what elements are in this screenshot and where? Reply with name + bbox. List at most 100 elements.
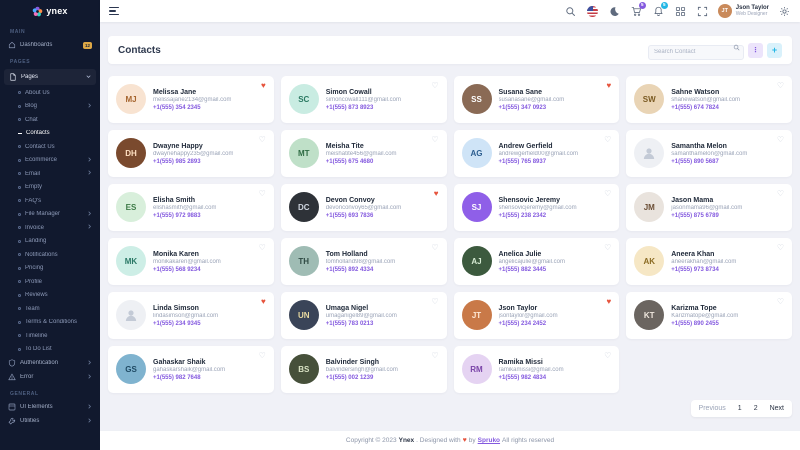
- favorite-heart-icon[interactable]: ♡: [431, 298, 438, 306]
- sidebar-subitem-terms-conditions[interactable]: Terms & Conditions: [0, 316, 100, 330]
- pagination-previous[interactable]: Previous: [693, 402, 732, 415]
- sidebar-subitem-chat[interactable]: Chat: [0, 113, 100, 127]
- language-flag-icon[interactable]: [586, 5, 599, 18]
- favorite-heart-icon[interactable]: ♡: [777, 82, 784, 90]
- sidebar-subitem-invoice[interactable]: Invoice: [0, 221, 100, 235]
- favorite-heart-icon[interactable]: ♡: [777, 136, 784, 144]
- pagination-next[interactable]: Next: [764, 402, 790, 415]
- favorite-heart-icon[interactable]: ♥: [261, 298, 266, 306]
- sidebar-item-utilities[interactable]: Utilities: [0, 414, 100, 428]
- sidebar-subitem-reviews[interactable]: Reviews: [0, 289, 100, 303]
- contact-card[interactable]: ESElisha Smithelishasmith@gmail.com+1(55…: [108, 184, 274, 231]
- sidebar-subitem-faq-s[interactable]: FAQ's: [0, 194, 100, 208]
- dark-mode-icon[interactable]: [608, 5, 621, 18]
- add-contact-button[interactable]: +: [767, 43, 782, 58]
- chevron-right-icon: [87, 103, 92, 110]
- contact-card[interactable]: SCSimon Cowallsimoncowall111@gmail.com+1…: [281, 76, 447, 123]
- sidebar-item-dashboards[interactable]: Dashboards12: [0, 38, 100, 52]
- favorite-heart-icon[interactable]: ♥: [434, 190, 439, 198]
- favorite-heart-icon[interactable]: ♡: [431, 82, 438, 90]
- sidebar-subitem-team[interactable]: Team: [0, 302, 100, 316]
- favorite-heart-icon[interactable]: ♡: [777, 190, 784, 198]
- sidebar-subitem-file-manager[interactable]: File Manager: [0, 208, 100, 222]
- search-contact-input[interactable]: [648, 45, 744, 60]
- search-icon[interactable]: [564, 5, 577, 18]
- contact-card[interactable]: AGAndrew Gerfieldandrewgerfield00@gmail.…: [454, 130, 620, 177]
- contact-card[interactable]: KTKarizma TopeKarizmatope@gmail.com+1(55…: [626, 292, 792, 339]
- favorite-heart-icon[interactable]: ♡: [604, 136, 611, 144]
- sidebar-subitem-timeline[interactable]: Timeline: [0, 329, 100, 343]
- more-options-button[interactable]: ⋮: [748, 43, 763, 58]
- favorite-heart-icon[interactable]: ♡: [259, 352, 266, 360]
- contact-card[interactable]: SWSahne Watsonshanewatson@gmail.com+1(55…: [626, 76, 792, 123]
- sidebar-subitem-about-us[interactable]: About Us: [0, 86, 100, 100]
- favorite-heart-icon[interactable]: ♥: [261, 82, 266, 90]
- contact-card[interactable]: UNUmaga Nigelumaganigel89@gmail.com+1(55…: [281, 292, 447, 339]
- fullscreen-icon[interactable]: [696, 5, 709, 18]
- settings-gear-icon[interactable]: [778, 5, 791, 18]
- favorite-heart-icon[interactable]: ♡: [259, 190, 266, 198]
- favorite-heart-icon[interactable]: ♡: [431, 244, 438, 252]
- favorite-heart-icon[interactable]: ♡: [431, 352, 438, 360]
- sidebar-item-error[interactable]: Error: [0, 370, 100, 384]
- chevron-right-icon: [87, 360, 92, 367]
- sidebar-subitem-empty[interactable]: Empty: [0, 181, 100, 195]
- contact-card[interactable]: Samantha Melonsamanthamelon@gmail.com+1(…: [626, 130, 792, 177]
- favorite-heart-icon[interactable]: ♡: [777, 244, 784, 252]
- sidebar-subitem-email[interactable]: Email: [0, 167, 100, 181]
- contact-card[interactable]: JTJson Taylorjsontaylor@gmail.com+1(555)…: [454, 292, 620, 339]
- brand-logo[interactable]: ynex: [0, 0, 100, 22]
- contact-card[interactable]: THTom Hollandtomholland98@gmail.com+1(55…: [281, 238, 447, 285]
- favorite-heart-icon[interactable]: ♡: [604, 244, 611, 252]
- contact-card[interactable]: SSSusana Sanesusanasane@gmail.com+1(555)…: [454, 76, 620, 123]
- contact-card[interactable]: DHDwayne Happydwaynehappy235@gmail.com+1…: [108, 130, 274, 177]
- contact-card[interactable]: GSGahaskar Shaikgahaskarshaik@gmail.com+…: [108, 346, 274, 393]
- footer-designer-link[interactable]: Spruko: [478, 437, 500, 444]
- sidebar-subitem-contacts[interactable]: Contacts: [0, 127, 100, 141]
- favorite-heart-icon[interactable]: ♡: [604, 352, 611, 360]
- favorite-heart-icon[interactable]: ♡: [259, 136, 266, 144]
- chevron-right-icon: [87, 170, 92, 177]
- favorite-heart-icon[interactable]: ♡: [259, 244, 266, 252]
- sidebar-subitem-profile[interactable]: Profile: [0, 275, 100, 289]
- sidebar-subitem-blog[interactable]: Blog: [0, 100, 100, 114]
- sidebar-item-pages[interactable]: Pages: [4, 69, 96, 85]
- contact-card[interactable]: DCDevon Convoydevonconvoy65@gmail.com+1(…: [281, 184, 447, 231]
- favorite-heart-icon[interactable]: ♡: [777, 298, 784, 306]
- topbar-actions: 5 5 JT Json Taylor Web Designer: [564, 4, 791, 18]
- sidebar-subitem-to-do-list[interactable]: To Do List: [0, 343, 100, 357]
- menu-toggle-icon[interactable]: [109, 7, 119, 15]
- contact-card[interactable]: Linda Simsonlindasimson@gmail.com+1(555)…: [108, 292, 274, 339]
- sidebar-subitem-landing[interactable]: Landing: [0, 235, 100, 249]
- pagination-page-2[interactable]: 2: [748, 402, 764, 415]
- contact-card[interactable]: JMJason Mamajasonmama96@gmail.com+1(555)…: [626, 184, 792, 231]
- contact-email: tomholland98@gmail.com: [326, 259, 395, 265]
- sidebar-subitem-ecommerce[interactable]: Ecommerce: [0, 154, 100, 168]
- favorite-heart-icon[interactable]: ♥: [607, 298, 612, 306]
- sidebar-item-ui-elements[interactable]: UI Elements: [0, 400, 100, 414]
- avatar: TH: [289, 246, 319, 276]
- contact-card[interactable]: AKAneera Khananeerakhan@gmail.com+1(555)…: [626, 238, 792, 285]
- sidebar-subitem-notifications[interactable]: Notifications: [0, 248, 100, 262]
- contact-email: angelicajulie@gmail.com: [499, 259, 565, 265]
- user-menu[interactable]: JT Json Taylor Web Designer: [718, 4, 769, 18]
- sidebar-subitem-contact-us[interactable]: Contact Us: [0, 140, 100, 154]
- favorite-heart-icon[interactable]: ♡: [604, 190, 611, 198]
- sidebar-subitem-pricing[interactable]: Pricing: [0, 262, 100, 276]
- contact-card[interactable]: MKMonika Karenmonikakaren@gmail.com+1(55…: [108, 238, 274, 285]
- contact-card[interactable]: MTMeisha Titemeishatite456@gmail.com+1(5…: [281, 130, 447, 177]
- favorite-heart-icon[interactable]: ♥: [607, 82, 612, 90]
- favorite-heart-icon[interactable]: ♡: [431, 136, 438, 144]
- contact-card[interactable]: BSBalvinder Singhbalvindersingh@gmail.co…: [281, 346, 447, 393]
- notifications-bell-icon[interactable]: 5: [652, 5, 665, 18]
- contact-card[interactable]: RMRamika Missiramikamissi@gmail.com+1(55…: [454, 346, 620, 393]
- search-contact-icon[interactable]: [733, 44, 740, 51]
- pagination-page-1[interactable]: 1: [732, 402, 748, 415]
- contact-card[interactable]: MJMelissa Janemelissajane2134@gmail.com+…: [108, 76, 274, 123]
- contact-card[interactable]: AJAnelica Julieangelicajulie@gmail.com+1…: [454, 238, 620, 285]
- cart-icon[interactable]: 5: [630, 5, 643, 18]
- contact-card[interactable]: SJShensovic Jeremyshensovicjeremy@gmail.…: [454, 184, 620, 231]
- contact-phone: +1(555) 234 2452: [499, 321, 558, 327]
- sidebar-item-authentication[interactable]: Authentication: [0, 356, 100, 370]
- apps-grid-icon[interactable]: [674, 5, 687, 18]
